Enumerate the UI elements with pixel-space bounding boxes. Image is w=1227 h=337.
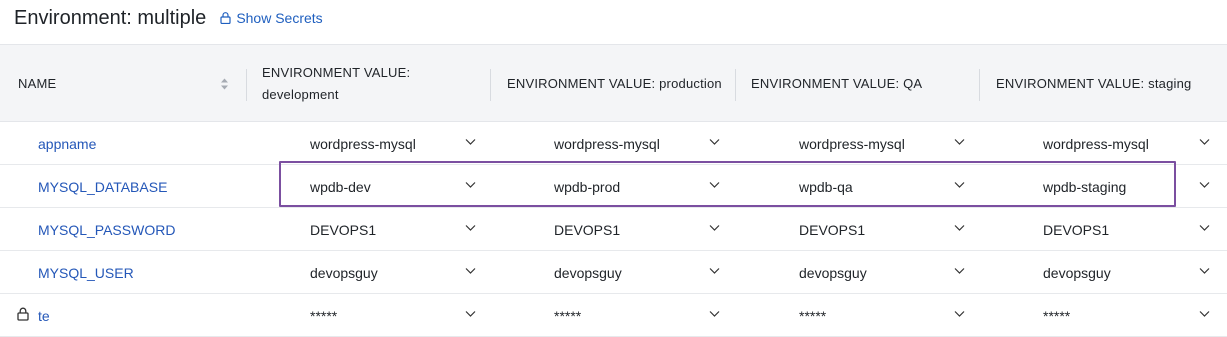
chevron-down-icon[interactable]	[1199, 267, 1210, 275]
variable-name-link[interactable]: MYSQL_USER	[38, 251, 134, 294]
value-production: wpdb-prod	[554, 178, 621, 195]
value-development: *****	[310, 307, 338, 324]
chevron-down-icon[interactable]	[954, 224, 965, 232]
value-qa: wpdb-qa	[799, 178, 853, 195]
column-divider[interactable]	[490, 69, 491, 101]
value-development: devopsguy	[310, 264, 378, 281]
table-row: te ***** ***** ***** *****	[0, 294, 1227, 337]
value-development: wordpress-mysql	[310, 135, 416, 152]
chevron-down-icon[interactable]	[465, 224, 476, 232]
variable-name-link[interactable]: appname	[38, 122, 96, 165]
column-header-qa: ENVIRONMENT VALUE: QA	[751, 76, 923, 91]
value-staging: wordpress-mysql	[1043, 135, 1149, 152]
table-row: MYSQL_DATABASE wpdb-dev wpdb-prod wpdb-q…	[0, 165, 1227, 208]
show-secrets-button[interactable]: Show Secrets	[220, 10, 323, 26]
chevron-down-icon[interactable]	[709, 181, 720, 189]
table-header: NAME ENVIRONMENT VALUE: development ENVI…	[0, 44, 1227, 122]
chevron-down-icon[interactable]	[465, 181, 476, 189]
table-row: MYSQL_USER devopsguy devopsguy devopsguy…	[0, 251, 1227, 294]
chevron-down-icon[interactable]	[1199, 181, 1210, 189]
column-divider[interactable]	[246, 69, 247, 101]
page-header: Environment: multiple Show Secrets	[14, 4, 323, 32]
lock-icon	[17, 307, 29, 321]
chevron-down-icon[interactable]	[709, 138, 720, 146]
value-qa: DEVOPS1	[799, 221, 866, 238]
column-divider[interactable]	[735, 69, 736, 101]
value-staging: DEVOPS1	[1043, 221, 1110, 238]
show-secrets-label: Show Secrets	[236, 10, 323, 26]
value-production: devopsguy	[554, 264, 622, 281]
value-staging: devopsguy	[1043, 264, 1111, 281]
value-production: DEVOPS1	[554, 221, 621, 238]
value-qa: wordpress-mysql	[799, 135, 905, 152]
column-header-name[interactable]: NAME	[18, 45, 233, 123]
chevron-down-icon[interactable]	[954, 181, 965, 189]
chevron-down-icon[interactable]	[465, 310, 476, 318]
chevron-down-icon[interactable]	[954, 138, 965, 146]
page-title: Environment: multiple	[14, 6, 207, 29]
chevron-down-icon[interactable]	[709, 267, 720, 275]
variable-name-link[interactable]: MYSQL_PASSWORD	[38, 208, 175, 251]
chevron-down-icon[interactable]	[465, 138, 476, 146]
chevron-down-icon[interactable]	[1199, 310, 1210, 318]
value-development: wpdb-dev	[310, 178, 371, 195]
value-development: DEVOPS1	[310, 221, 377, 238]
variable-name-link[interactable]: te	[38, 294, 50, 337]
chevron-down-icon[interactable]	[1199, 224, 1210, 232]
lock-icon	[220, 12, 231, 24]
chevron-down-icon[interactable]	[954, 267, 965, 275]
chevron-down-icon[interactable]	[954, 310, 965, 318]
value-qa: devopsguy	[799, 264, 867, 281]
sort-icon[interactable]	[220, 77, 229, 91]
value-staging: *****	[1043, 307, 1071, 324]
column-header-production: ENVIRONMENT VALUE: production	[507, 76, 722, 91]
value-production: wordpress-mysql	[554, 135, 660, 152]
chevron-down-icon[interactable]	[1199, 138, 1210, 146]
chevron-down-icon[interactable]	[709, 224, 720, 232]
column-header-development: ENVIRONMENT VALUE: development	[262, 65, 411, 102]
value-qa: *****	[799, 307, 827, 324]
table-row: appname wordpress-mysql wordpress-mysql …	[0, 122, 1227, 165]
value-production: *****	[554, 307, 582, 324]
column-header-staging: ENVIRONMENT VALUE: staging	[996, 76, 1192, 91]
chevron-down-icon[interactable]	[465, 267, 476, 275]
variable-name-link[interactable]: MYSQL_DATABASE	[38, 165, 167, 208]
table-row: MYSQL_PASSWORD DEVOPS1 DEVOPS1 DEVOPS1 D…	[0, 208, 1227, 251]
column-divider[interactable]	[979, 69, 980, 101]
value-staging: wpdb-staging	[1043, 178, 1127, 195]
chevron-down-icon[interactable]	[709, 310, 720, 318]
